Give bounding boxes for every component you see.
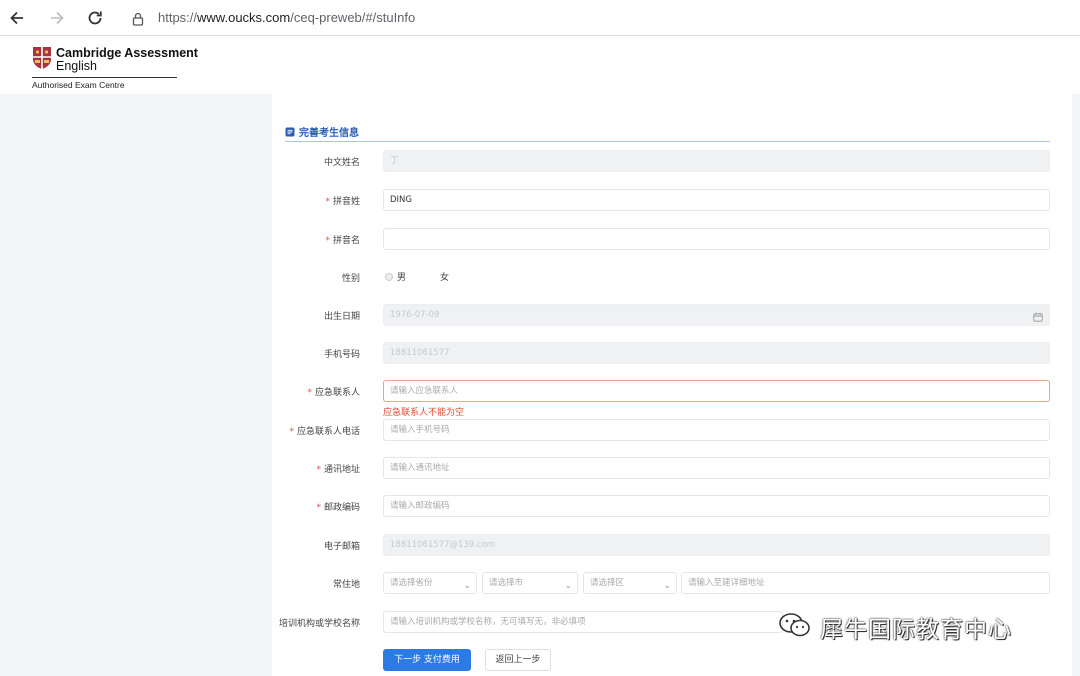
address-bar[interactable]: https://www.oucks.com/ceq-preweb/#/stuIn… xyxy=(120,4,1070,32)
birth-date-value: 1976-07-09 xyxy=(390,310,440,320)
pinyin-surname-input[interactable]: DING xyxy=(383,189,1050,211)
row-pinyin-given: * 拼音名 xyxy=(285,228,1050,250)
browser-toolbar: https://www.oucks.com/ceq-preweb/#/stuIn… xyxy=(0,0,1080,36)
emergency-contact-error: 应急联系人不能为空 xyxy=(383,408,465,418)
section-title: 完善考生信息 xyxy=(299,128,359,139)
logo-tagline: Authorised Exam Centre xyxy=(32,80,125,90)
gender-female-radio[interactable] xyxy=(428,273,436,281)
pinyin-given-input[interactable] xyxy=(383,228,1050,250)
row-address: * 通讯地址 请输入通讯地址 xyxy=(285,457,1050,479)
pinyin-given-label-text: 拼音名 xyxy=(332,236,360,246)
detail-address-input[interactable]: 请输入至建详细地址 xyxy=(681,572,1050,594)
required-mark: * xyxy=(289,427,294,437)
required-mark: * xyxy=(316,465,321,475)
watermark: 犀牛国际教育中心 xyxy=(778,610,1012,644)
form-icon xyxy=(285,122,295,141)
chinese-name-field: 丁 xyxy=(383,150,1050,172)
school-label: 培训机构或学校名称 xyxy=(278,619,360,629)
wechat-icon xyxy=(778,612,812,642)
address-label-text: 通讯地址 xyxy=(323,465,360,475)
row-birth-date: 出生日期 1976-07-09 xyxy=(285,304,1050,326)
email-field: 18811061577@139.com xyxy=(383,534,1050,556)
pinyin-given-label: * 拼音名 xyxy=(325,233,360,246)
url-host: www.oucks.com xyxy=(197,10,291,25)
row-postcode: * 邮政编码 请输入邮政编码 xyxy=(285,495,1050,517)
district-select[interactable]: 请选择区 ⌄ xyxy=(583,572,677,594)
chinese-name-label: 中文姓名 xyxy=(323,158,360,168)
required-mark: * xyxy=(325,197,330,207)
url-text: https://www.oucks.com/ceq-preweb/#/stuIn… xyxy=(158,10,415,25)
row-chinese-name: 中文姓名 丁 xyxy=(285,150,1050,172)
gender-male-label[interactable]: 男 xyxy=(397,270,406,283)
lock-icon xyxy=(132,11,144,30)
birth-date-field: 1976-07-09 xyxy=(383,304,1050,326)
logo-subtitle: English xyxy=(56,59,97,73)
gender-radio-group: 男 女 xyxy=(385,270,471,283)
city-placeholder: 请选择市 xyxy=(489,578,524,588)
calendar-icon xyxy=(1033,310,1043,330)
row-pinyin-surname: * 拼音姓 DING xyxy=(285,189,1050,211)
email-label: 电子邮箱 xyxy=(323,542,360,552)
emergency-phone-label: * 应急联系人电话 xyxy=(289,424,360,437)
city-select[interactable]: 请选择市 ⌄ xyxy=(482,572,578,594)
next-pay-button[interactable]: 下一步 支付费用 xyxy=(383,649,471,671)
logo-title: Cambridge Assessment xyxy=(56,46,198,60)
forward-arrow-icon[interactable] xyxy=(46,7,68,29)
emergency-phone-label-text: 应急联系人电话 xyxy=(296,427,360,437)
emergency-contact-label-text: 应急联系人 xyxy=(314,388,360,398)
required-mark: * xyxy=(307,388,312,398)
address-label: * 通讯地址 xyxy=(316,462,360,475)
mobile-field: 18811061577 xyxy=(383,342,1050,364)
gender-male-radio[interactable] xyxy=(385,272,393,281)
postcode-label: * 邮政编码 xyxy=(316,500,360,513)
row-email: 电子邮箱 18811061577@139.com xyxy=(285,534,1050,556)
required-mark: * xyxy=(316,503,321,513)
url-scheme: https:// xyxy=(158,10,198,25)
required-mark: * xyxy=(325,236,330,246)
reload-icon[interactable] xyxy=(84,7,106,29)
district-placeholder: 请选择区 xyxy=(590,578,625,588)
detail-address-placeholder: 请输入至建详细地址 xyxy=(688,578,765,588)
province-select[interactable]: 请选择省份 ⌄ xyxy=(383,572,477,594)
logo-divider xyxy=(32,77,177,78)
row-residence: 常住地 请选择省份 ⌄ 请选择市 ⌄ 请选择区 ⌄ 请输入至建详细地址 xyxy=(285,572,1050,594)
row-emergency-contact: * 应急联系人 请输入应急联系人 应急联系人不能为空 xyxy=(285,380,1050,418)
chevron-down-icon: ⌄ xyxy=(463,581,471,591)
address-input[interactable]: 请输入通讯地址 xyxy=(383,457,1050,479)
postcode-label-text: 邮政编码 xyxy=(323,503,360,513)
row-emergency-phone: * 应急联系人电话 请输入手机号码 xyxy=(285,419,1050,441)
school-input[interactable]: 请输入培训机构或学校名称，无可填写无，非必填项 xyxy=(383,611,783,633)
mobile-label: 手机号码 xyxy=(323,350,360,360)
section-divider xyxy=(285,141,1050,142)
chevron-down-icon: ⌄ xyxy=(663,581,671,591)
province-placeholder: 请选择省份 xyxy=(390,578,433,588)
residence-label: 常住地 xyxy=(332,580,360,590)
pinyin-surname-label: * 拼音姓 xyxy=(325,194,360,207)
gender-label: 性别 xyxy=(341,274,360,284)
section-header: 完善考生信息 xyxy=(285,122,359,141)
watermark-text: 犀牛国际教育中心 xyxy=(820,617,1012,643)
row-gender: 性别 男 女 xyxy=(285,266,1050,288)
emergency-contact-input[interactable]: 请输入应急联系人 xyxy=(383,380,1050,402)
pinyin-surname-label-text: 拼音姓 xyxy=(332,197,360,207)
cambridge-shield-icon xyxy=(32,46,52,74)
birth-date-label: 出生日期 xyxy=(323,312,360,322)
back-button[interactable]: 返回上一步 xyxy=(485,649,551,671)
row-mobile: 手机号码 18811061577 xyxy=(285,342,1050,364)
url-path: /ceq-preweb/#/stuInfo xyxy=(290,10,416,25)
emergency-phone-input[interactable]: 请输入手机号码 xyxy=(383,419,1050,441)
back-arrow-icon[interactable] xyxy=(6,7,28,29)
site-header: Cambridge Assessment English Authorised … xyxy=(0,37,1080,94)
gender-female-label[interactable]: 女 xyxy=(440,270,449,283)
chevron-down-icon: ⌄ xyxy=(564,581,572,591)
emergency-contact-label: * 应急联系人 xyxy=(307,385,360,398)
postcode-input[interactable]: 请输入邮政编码 xyxy=(383,495,1050,517)
